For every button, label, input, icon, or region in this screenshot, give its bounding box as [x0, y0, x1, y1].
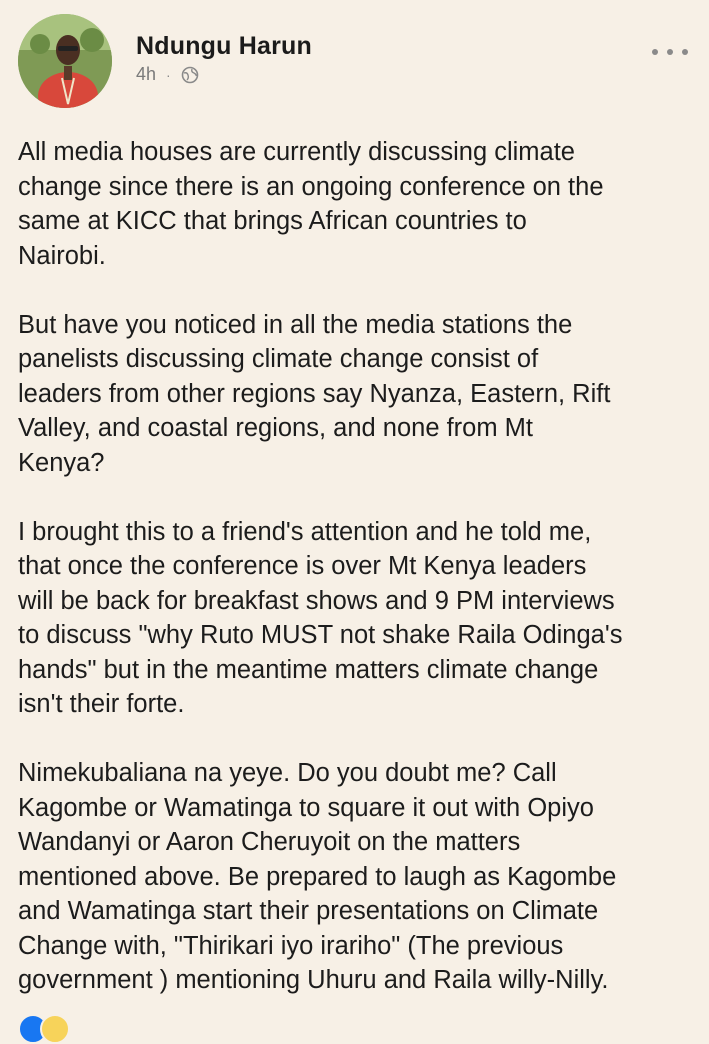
post-paragraph: But have you noticed in all the media st… [18, 310, 611, 477]
avatar[interactable] [18, 14, 112, 108]
post-meta: 4h · [136, 64, 199, 85]
author-name[interactable]: Ndungu Harun [136, 32, 312, 61]
post-body: All media houses are currently discussin… [18, 135, 704, 1032]
meta-separator: · [166, 66, 171, 83]
more-options-icon[interactable] [652, 42, 688, 62]
more-dot [667, 49, 673, 55]
post-time[interactable]: 4h [136, 64, 156, 85]
post-paragraph: Nimekubaliana na yeye. Do you doubt me? … [18, 759, 617, 994]
globe-icon [181, 66, 199, 84]
post-paragraph: I brought this to a friend's attention a… [18, 517, 623, 719]
post-paragraph: All media houses are currently discussin… [18, 138, 604, 270]
more-dot [682, 49, 688, 55]
post-header: Ndungu Harun 4h · [18, 14, 698, 114]
facebook-post: Ndungu Harun 4h · All media houses are c… [0, 0, 709, 1044]
reaction-icons[interactable] [18, 1014, 70, 1044]
haha-reaction-icon [40, 1014, 70, 1044]
more-dot [652, 49, 658, 55]
